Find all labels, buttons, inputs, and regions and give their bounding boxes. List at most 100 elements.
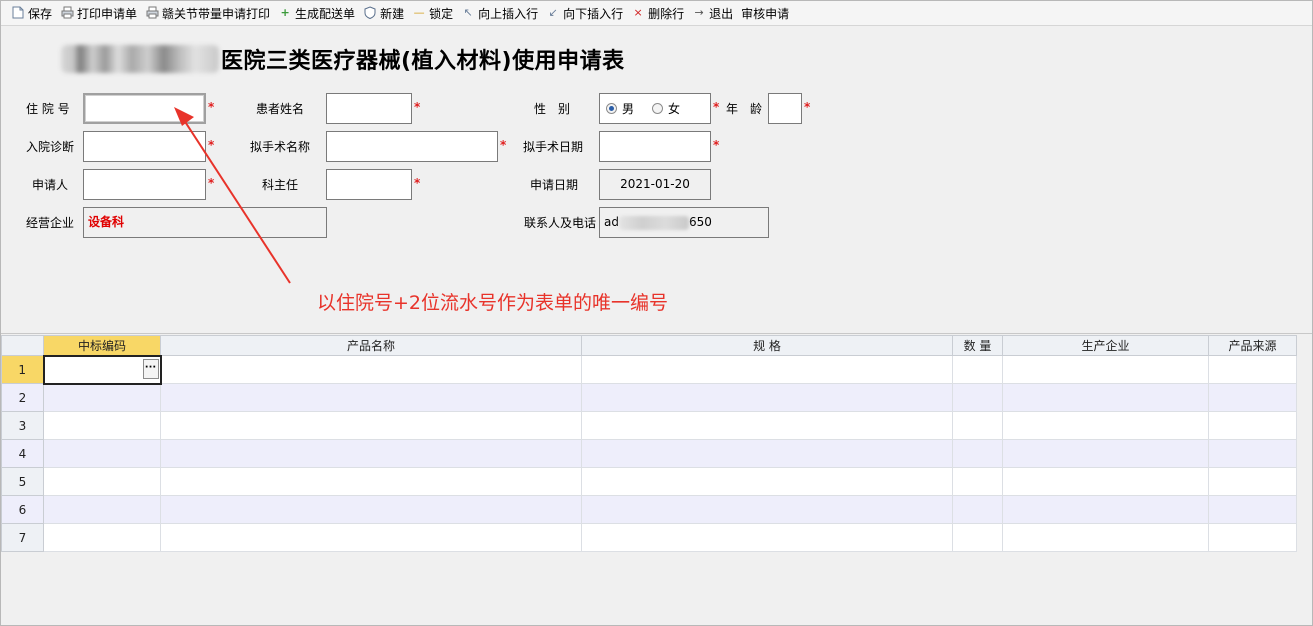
grid-cell[interactable] (581, 439, 953, 468)
grid-cell[interactable] (160, 383, 582, 412)
insert-row-below-button[interactable]: ↙ 向下插入行 (542, 2, 627, 24)
applicant-input[interactable] (83, 169, 206, 200)
grid-cell[interactable] (952, 439, 1003, 468)
new-button[interactable]: 新建 (359, 2, 408, 24)
grid-cell[interactable] (952, 411, 1003, 440)
detail-grid-area: 中标编码 产品名称 规 格 数 量 生产企业 产品来源 1 ··· 2 3 4 … (1, 335, 1312, 624)
grid-cell[interactable] (160, 467, 582, 496)
surgery-date-input[interactable] (599, 131, 711, 162)
gender-male-label[interactable]: 男 (622, 100, 634, 117)
grid-cell[interactable] (160, 411, 582, 440)
exit-button[interactable]: → 退出 (688, 2, 737, 24)
delete-row-button[interactable]: × 删除行 (627, 2, 688, 24)
lock-button[interactable]: — 锁定 (408, 2, 457, 24)
grid-cell[interactable] (1208, 383, 1297, 412)
grid-cell[interactable] (160, 523, 582, 552)
print-joint-button[interactable]: 赣关节带量申请打印 (141, 2, 274, 24)
grid-cell[interactable] (952, 523, 1003, 552)
grid-cell[interactable] (581, 355, 953, 384)
grid-cell[interactable] (952, 467, 1003, 496)
patient-name-label: 患者姓名 (256, 102, 305, 116)
grid-cell[interactable] (1208, 411, 1297, 440)
grid-cell[interactable] (1002, 411, 1209, 440)
column-header-spec[interactable]: 规 格 (581, 335, 953, 356)
insert-row-above-button[interactable]: ↖ 向上插入行 (457, 2, 542, 24)
grid-cell[interactable] (1002, 523, 1209, 552)
director-required: * (414, 176, 421, 190)
apply-date-label: 申请日期 (530, 178, 579, 192)
age-input[interactable] (768, 93, 802, 124)
column-header-manufacturer[interactable]: 生产企业 (1002, 335, 1209, 356)
grid-cell[interactable] (1002, 383, 1209, 412)
grid-cell[interactable] (581, 495, 953, 524)
generate-delivery-button[interactable]: + 生成配送单 (274, 2, 359, 24)
column-header-product-name[interactable]: 产品名称 (160, 335, 582, 356)
surgery-name-label: 拟手术名称 (250, 140, 311, 154)
grid-cell[interactable] (1208, 495, 1297, 524)
grid-cell[interactable] (581, 467, 953, 496)
row-number[interactable]: 4 (1, 439, 44, 468)
delete-row-label: 删除行 (648, 6, 685, 21)
grid-cell[interactable] (1208, 523, 1297, 552)
lock-label: 锁定 (429, 6, 454, 21)
printer-icon (60, 6, 74, 20)
row-number[interactable]: 6 (1, 495, 44, 524)
insert-up-icon: ↖ (463, 6, 473, 19)
table-row: 5 (1, 467, 1297, 496)
row-number[interactable]: 2 (1, 383, 44, 412)
contact-label: 联系人及电话 (524, 216, 597, 230)
grid-cell-bid-code-active[interactable]: ··· (42, 354, 162, 385)
grid-cell[interactable] (43, 495, 161, 524)
grid-cell[interactable] (160, 439, 582, 468)
save-button[interactable]: 保存 (7, 2, 56, 24)
row-number[interactable]: 7 (1, 523, 44, 552)
grid-cell[interactable] (581, 411, 953, 440)
grid-cell[interactable] (43, 411, 161, 440)
director-label: 科主任 (262, 178, 299, 192)
grid-cell[interactable] (581, 383, 953, 412)
review-request-button[interactable]: 审核申请 (737, 2, 793, 24)
ellipsis-button[interactable]: ··· (142, 358, 159, 379)
row-number[interactable]: 3 (1, 411, 44, 440)
row-number[interactable]: 1 (1, 355, 44, 384)
gender-female-radio[interactable] (652, 103, 664, 114)
grid-cell[interactable] (160, 495, 582, 524)
company-field: 设备科 (83, 207, 327, 238)
contact-prefix: ad (604, 215, 619, 229)
grid-cell[interactable] (43, 467, 161, 496)
director-input[interactable] (326, 169, 412, 200)
column-header-quantity[interactable]: 数 量 (952, 335, 1003, 356)
row-number[interactable]: 5 (1, 467, 44, 496)
grid-cell[interactable] (1002, 439, 1209, 468)
column-header-source[interactable]: 产品来源 (1208, 335, 1297, 356)
patient-name-input[interactable] (326, 93, 412, 124)
grid-cell[interactable] (1002, 355, 1209, 384)
grid-cell[interactable] (43, 439, 161, 468)
grid-cell[interactable] (1002, 467, 1209, 496)
diagnosis-input[interactable] (83, 131, 206, 162)
grid-cell[interactable] (952, 355, 1003, 384)
contact-field: ad 650 (599, 207, 769, 238)
grid-cell[interactable] (1002, 495, 1209, 524)
surgery-name-input[interactable] (326, 131, 498, 162)
review-request-label: 审核申请 (741, 6, 790, 21)
grid-cell[interactable] (581, 523, 953, 552)
redacted-phone (618, 215, 689, 230)
grid-cell[interactable] (43, 383, 161, 412)
column-header-bid-code[interactable]: 中标编码 (43, 335, 161, 356)
detail-grid: 中标编码 产品名称 规 格 数 量 生产企业 产品来源 1 ··· 2 3 4 … (1, 335, 1297, 552)
grid-cell[interactable] (952, 495, 1003, 524)
grid-cell[interactable] (952, 383, 1003, 412)
generate-delivery-label: 生成配送单 (295, 6, 356, 21)
grid-cell[interactable] (43, 523, 161, 552)
annotation-text: 以住院号+2位流水号作为表单的唯一编号 (317, 292, 669, 314)
grid-cell[interactable] (1208, 355, 1297, 384)
form-title-row: 医院三类医疗器械(植入材料)使用申请表 (61, 43, 625, 75)
grid-cell[interactable] (160, 355, 582, 384)
gender-female-label[interactable]: 女 (668, 100, 680, 117)
grid-cell[interactable] (1208, 439, 1297, 468)
gender-male-radio[interactable] (606, 103, 617, 114)
grid-cell[interactable] (1208, 467, 1297, 496)
admission-no-input[interactable] (83, 93, 206, 124)
print-request-button[interactable]: 打印申请单 (56, 2, 141, 24)
